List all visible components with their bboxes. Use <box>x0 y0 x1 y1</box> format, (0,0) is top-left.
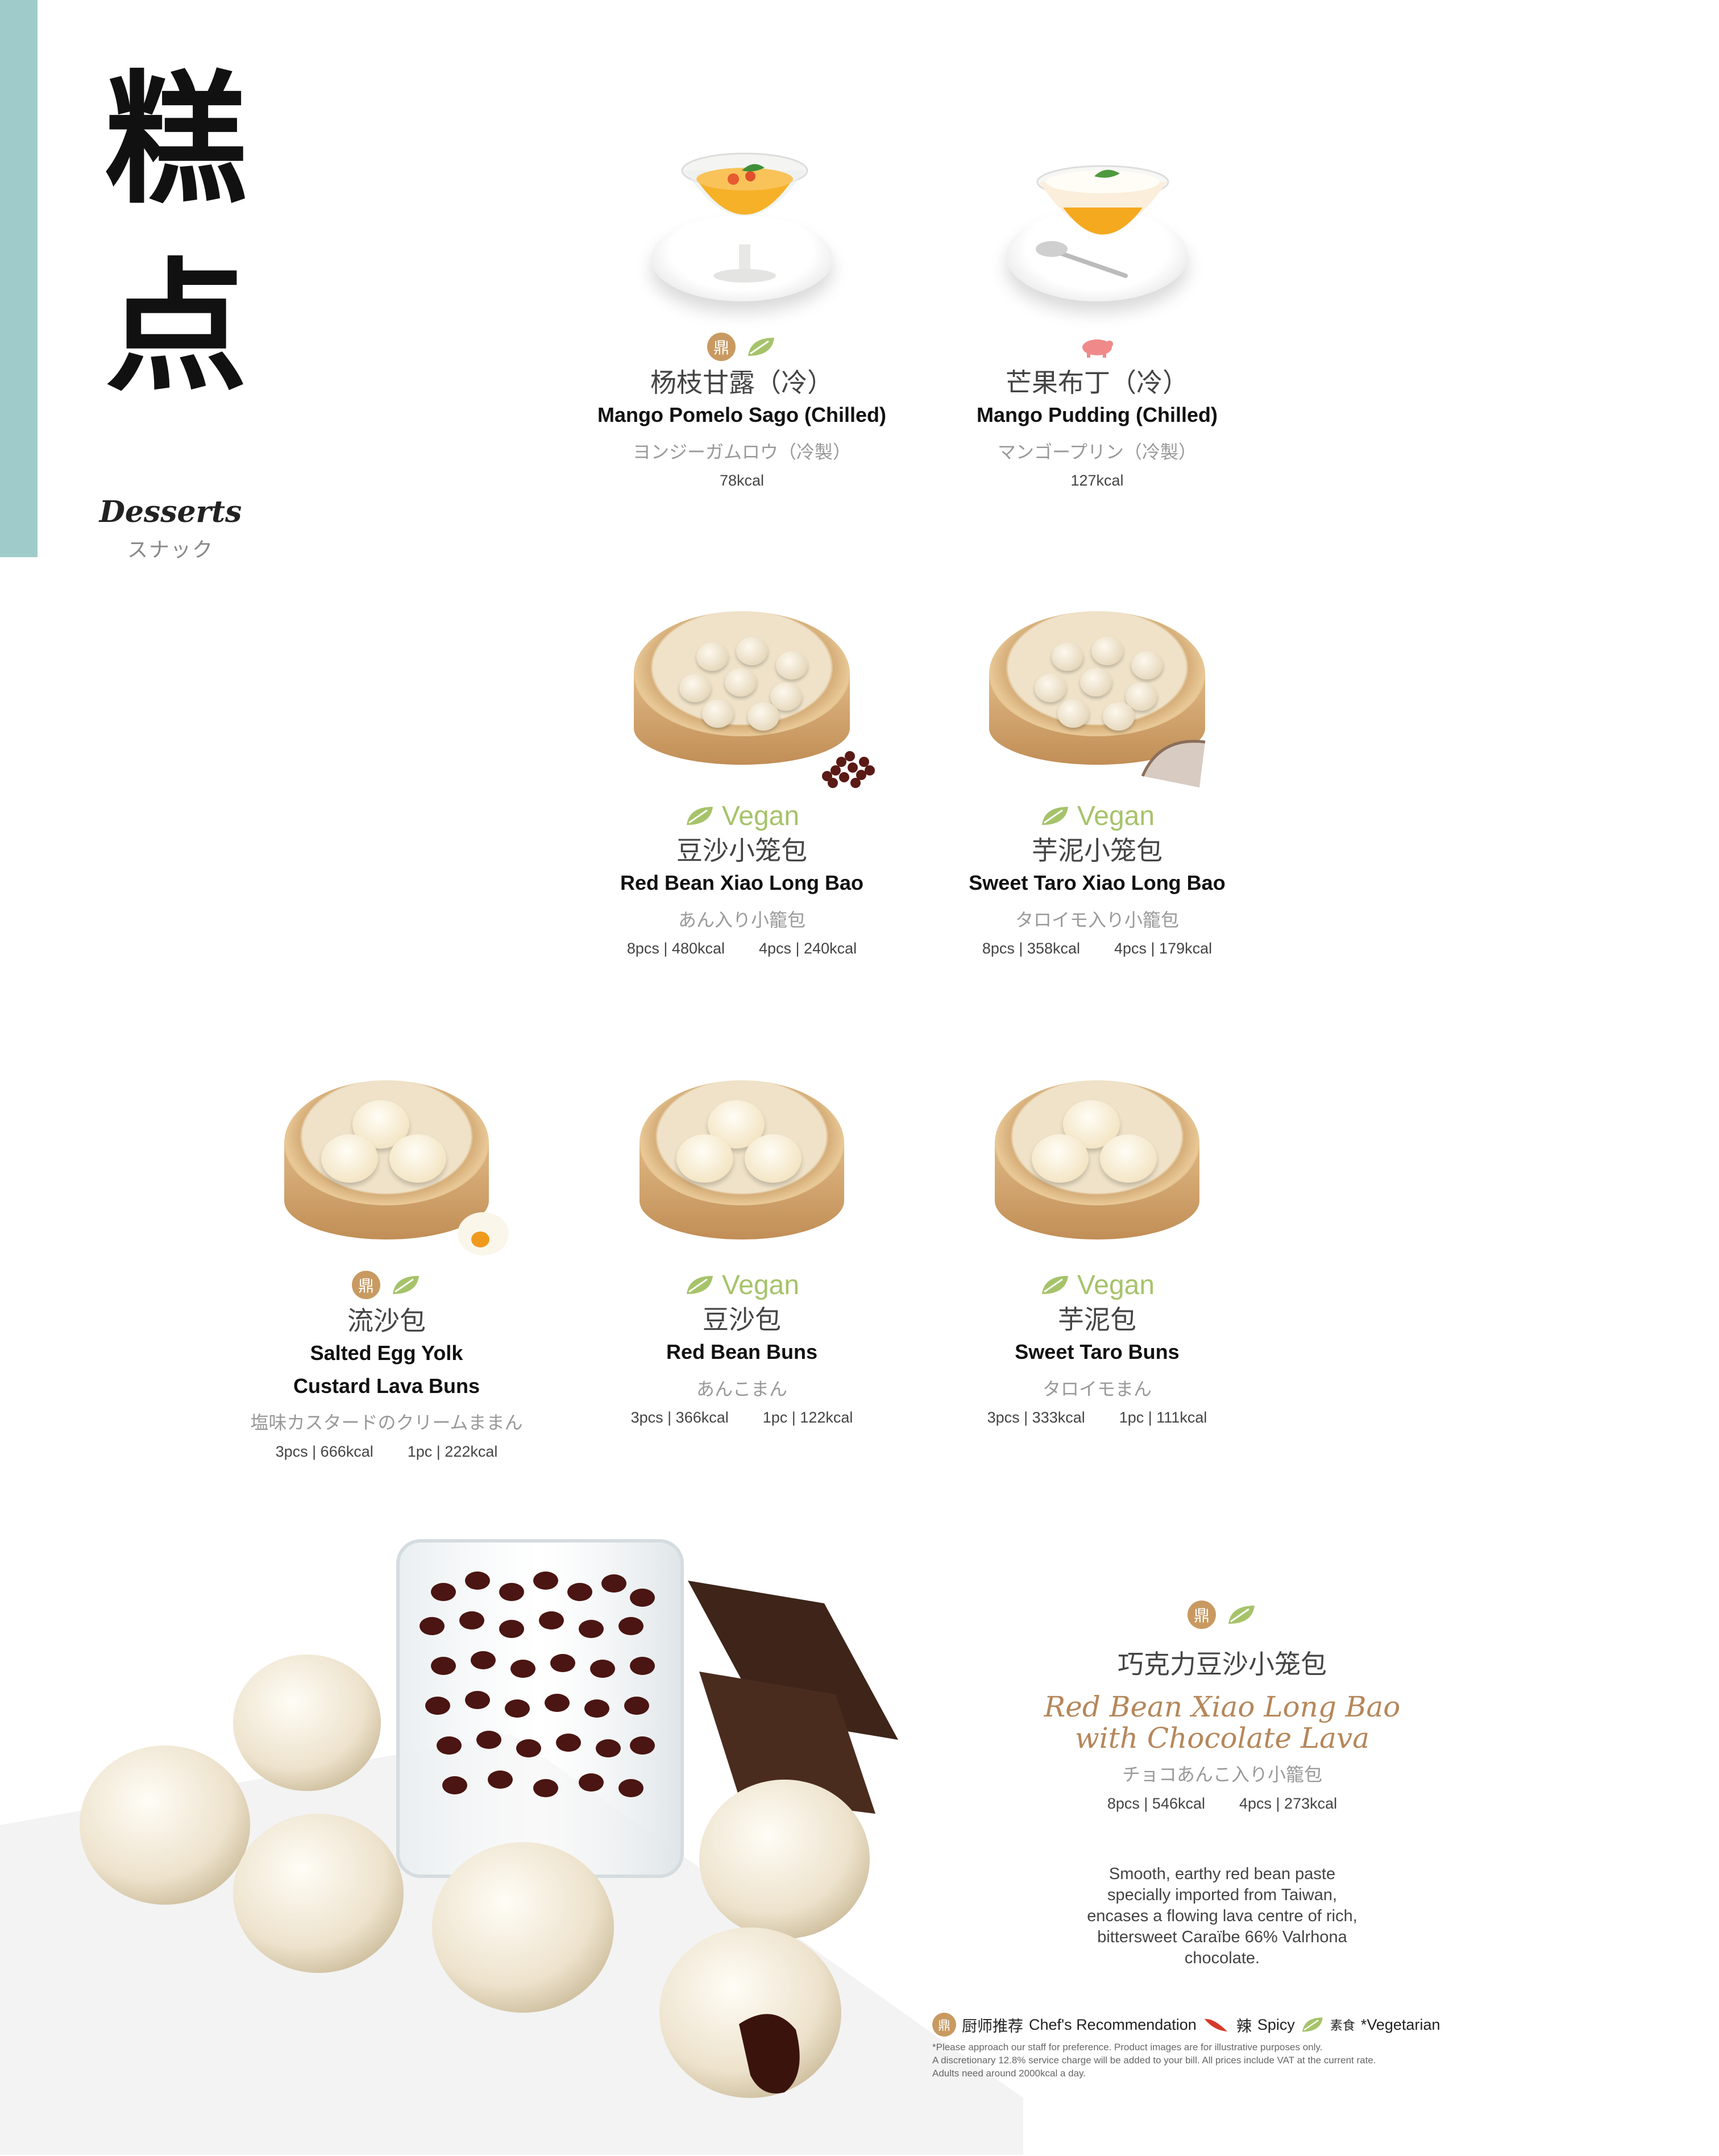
dish-name-en: Red Bean Buns <box>666 1340 818 1364</box>
dish-name-en: Sweet Taro Buns <box>1015 1340 1180 1364</box>
dish-name-en: Red Bean Xiao Long Bao <box>620 871 864 895</box>
dish-name-cn: 豆沙包 <box>703 1304 781 1335</box>
dessert-photo <box>645 142 838 330</box>
chef-recommendation-icon: 鼎 <box>1187 1601 1216 1629</box>
vegan-leaf-icon <box>686 807 713 825</box>
calorie-info: 127kcal <box>1070 472 1124 490</box>
dish-name-cn: 芋泥包 <box>1058 1304 1136 1335</box>
chili-icon <box>1204 2018 1227 2031</box>
menu-item-sweet-taro-buns[interactable]: Vegan 芋泥包 Sweet Taro Buns タロイモまん 3pcs | … <box>915 1075 1279 1427</box>
dish-name-en: Mango Pomelo Sago (Chilled) <box>597 403 886 427</box>
menu-item-red-bean-xlb[interactable]: Vegan 豆沙小笼包 Red Bean Xiao Long Bao あん入り小… <box>560 606 924 957</box>
menu-item-mango-pudding[interactable]: 芒果布丁（冷） Mango Pudding (Chilled) マンゴープリン（… <box>915 142 1279 490</box>
calorie-info: 8pcs | 480kcal 4pcs | 240kcal <box>626 940 857 957</box>
dish-name-cn: 杨枝甘露（冷） <box>650 367 833 398</box>
vegan-label: Vegan <box>721 801 800 831</box>
dish-name-en: Mango Pudding (Chilled) <box>977 403 1218 427</box>
feature-description: Smooth, earthy red bean paste specially … <box>1087 1864 1357 1968</box>
feature-name-jp: チョコあんこ入り小籠包 <box>1122 1764 1322 1785</box>
dish-name-cn: 流沙包 <box>347 1305 426 1336</box>
dish-name-en-line1: Salted Egg Yolk <box>310 1341 463 1365</box>
menu-item-sweet-taro-xlb[interactable]: Vegan 芋泥小笼包 Sweet Taro Xiao Long Bao タロイ… <box>915 606 1279 957</box>
vegetarian-leaf-icon <box>393 1276 419 1294</box>
chef-recommendation-icon: 鼎 <box>932 2013 956 2037</box>
sidebar-accent-bar <box>0 0 38 557</box>
dish-name-jp: タロイモ入り小籠包 <box>1015 909 1179 930</box>
menu-item-custard-lava-buns[interactable]: 鼎 流沙包 Salted Egg Yolk Custard Lava Buns … <box>205 1075 568 1461</box>
dish-name-jp: ヨンジーガムロウ（冷製） <box>632 441 851 462</box>
dish-name-cn: 豆沙小笼包 <box>676 835 807 866</box>
icon-legend: 鼎 厨师推荐 Chef's Recommendation 辣 Spicy 素食 … <box>932 2013 1444 2080</box>
feature-hero-photo <box>0 1539 1023 2155</box>
dish-name-cn: 芒果布丁（冷） <box>1006 367 1189 398</box>
dessert-photo <box>1000 142 1194 330</box>
chef-recommendation-icon: 鼎 <box>352 1271 380 1299</box>
dish-name-en-line2: Custard Lava Buns <box>293 1374 480 1398</box>
dish-name-jp: あんこまん <box>696 1378 787 1399</box>
feature-menu-item[interactable]: 鼎 巧克力豆沙小笼包 Red Bean Xiao Long Bao with C… <box>1023 1598 1421 1969</box>
feature-name-en-line1: Red Bean Xiao Long Bao <box>1044 1690 1401 1724</box>
calorie-info: 3pcs | 366kcal 1pc | 122kcal <box>630 1409 853 1427</box>
vegetarian-leaf-icon <box>1228 1606 1255 1624</box>
section-title-en: Desserts <box>99 495 242 529</box>
vegan-leaf-icon <box>1041 807 1068 825</box>
section-title-cjk-2: 点 <box>105 243 247 411</box>
dessert-photo <box>617 606 875 799</box>
menu-item-mango-pomelo-sago[interactable]: 鼎 杨枝甘露（冷） Mango Pomelo Sago (Chilled) ヨン… <box>560 142 924 490</box>
vegan-leaf-icon <box>1041 1276 1068 1294</box>
vegan-label: Vegan <box>1077 801 1155 831</box>
section-title-cjk-1: 糕 <box>105 56 247 223</box>
vegan-label: Vegan <box>1077 1270 1155 1300</box>
vegetarian-leaf-icon <box>748 338 774 356</box>
dish-name-cn: 芋泥小笼包 <box>1032 835 1162 866</box>
dish-name-jp: 塩味カスタードのクリームままん <box>250 1412 523 1433</box>
vegan-label: Vegan <box>721 1270 800 1300</box>
dessert-photo <box>983 1075 1211 1268</box>
dish-name-jp: マンゴープリン（冷製） <box>997 441 1197 462</box>
pork-icon <box>1082 339 1113 358</box>
calorie-info: 8pcs | 358kcal 4pcs | 179kcal <box>982 940 1213 957</box>
dessert-photo <box>267 1075 509 1268</box>
calorie-info: 3pcs | 333kcal 1pc | 111kcal <box>987 1409 1207 1427</box>
feature-calorie-info: 8pcs | 546kcal 4pcs | 273kcal <box>1107 1794 1338 1812</box>
dish-name-en: Sweet Taro Xiao Long Bao <box>969 871 1226 895</box>
dish-name-jp: あん入り小籠包 <box>678 909 805 930</box>
chef-recommendation-icon: 鼎 <box>707 333 736 361</box>
feature-name-en-line2: with Chocolate Lava <box>1074 1722 1370 1755</box>
dish-name-jp: タロイモまん <box>1042 1378 1152 1399</box>
feature-name-cn: 巧克力豆沙小笼包 <box>1118 1649 1327 1680</box>
menu-item-red-bean-buns[interactable]: Vegan 豆沙包 Red Bean Buns あんこまん 3pcs | 366… <box>560 1075 924 1427</box>
dessert-photo <box>972 606 1222 799</box>
legend-footnotes: *Please approach our staff for preferenc… <box>932 2042 1376 2079</box>
calorie-info: 78kcal <box>719 472 765 490</box>
dessert-photo <box>628 1075 856 1268</box>
section-title-jp: スナック <box>127 538 214 561</box>
vegan-leaf-icon <box>686 1276 713 1294</box>
calorie-info: 3pcs | 666kcal 1pc | 222kcal <box>275 1442 498 1460</box>
vegetarian-leaf-icon <box>1302 2017 1323 2032</box>
